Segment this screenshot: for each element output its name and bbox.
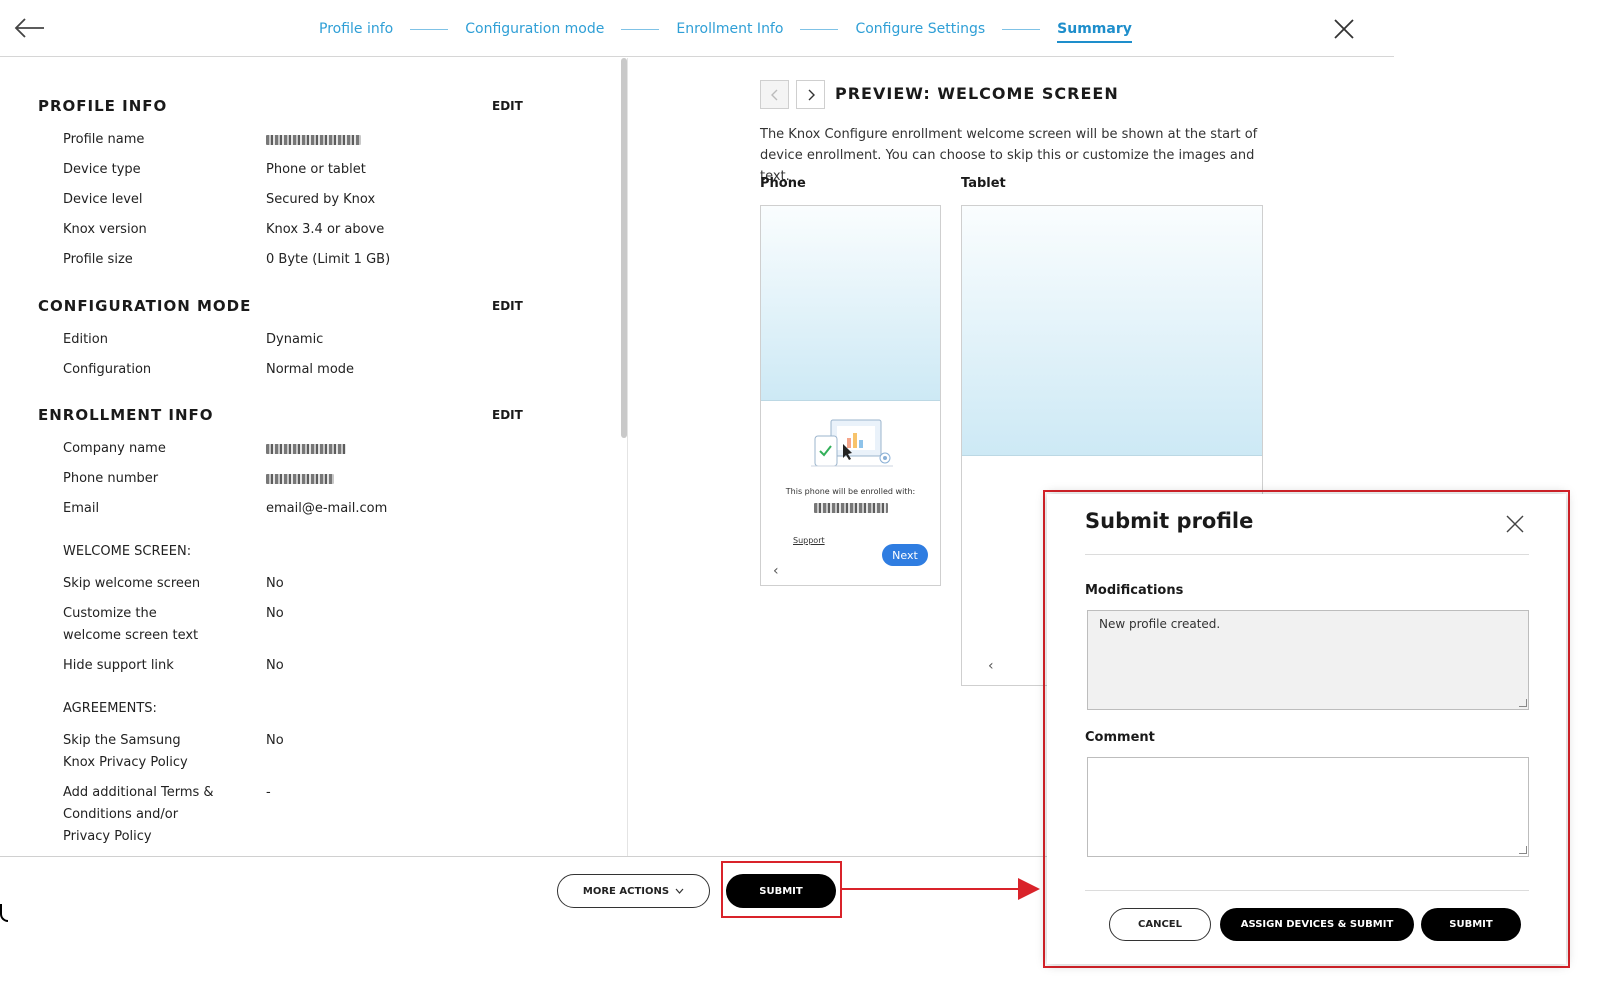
preview-title: PREVIEW: WELCOME SCREEN	[835, 84, 1119, 103]
modifications-textarea[interactable]	[1087, 610, 1529, 710]
row-value: -	[266, 785, 271, 800]
configuration-mode-heading: CONFIGURATION MODE	[38, 297, 252, 315]
row-value: Knox 3.4 or above	[266, 222, 385, 237]
dialog-footer-divider	[1085, 890, 1529, 891]
welcome-screen-subheading: WELCOME SCREEN:	[63, 544, 192, 559]
row-value: Phone or tablet	[266, 162, 366, 177]
step-connector	[410, 28, 449, 30]
wizard-steps: Profile info Configuration mode Enrollme…	[319, 19, 1132, 43]
step-connector	[800, 28, 839, 30]
row-label: Device level	[63, 192, 143, 207]
cursor-edge-mark	[0, 904, 8, 922]
row-label: Knox version	[63, 222, 147, 237]
row-value: No	[266, 658, 284, 673]
enrollment-info-heading: ENROLLMENT INFO	[38, 406, 214, 424]
resize-grip-icon[interactable]	[1519, 846, 1527, 854]
phone-number-value	[266, 468, 334, 490]
edit-profile-info-link[interactable]: EDIT	[492, 99, 523, 113]
company-name-value	[266, 438, 346, 460]
phone-next-button[interactable]: Next	[882, 544, 928, 566]
dialog-header-divider	[1085, 554, 1529, 555]
row-label: Email	[63, 501, 100, 516]
preview-description: The Knox Configure enrollment welcome sc…	[760, 127, 1258, 184]
edit-enrollment-info-link[interactable]: EDIT	[492, 408, 523, 422]
phone-support-link[interactable]: Support	[793, 536, 825, 545]
phone-background-image	[761, 206, 940, 401]
close-icon	[1506, 515, 1524, 533]
phone-back-chevron-icon[interactable]: ‹	[773, 563, 779, 579]
row-label: Edition	[63, 332, 108, 347]
modifications-label: Modifications	[1085, 583, 1184, 598]
column-divider	[627, 58, 628, 856]
row-value: No	[266, 606, 284, 621]
close-button[interactable]	[1332, 17, 1356, 41]
row-label: Phone number	[63, 471, 159, 486]
edit-configuration-mode-link[interactable]: EDIT	[492, 299, 523, 313]
top-bar: Profile info Configuration mode Enrollme…	[0, 0, 1394, 57]
row-value: Dynamic	[266, 332, 324, 347]
callout-arrow-head-icon	[1018, 878, 1040, 900]
dialog-submit-button[interactable]: SUBMIT	[1421, 908, 1521, 941]
arrow-left-icon	[14, 18, 44, 38]
step-connector	[621, 28, 660, 30]
redacted-value	[813, 503, 888, 513]
assign-devices-submit-button[interactable]: ASSIGN DEVICES & SUBMIT	[1220, 908, 1414, 941]
callout-arrow-line	[842, 888, 1020, 890]
step-configuration-mode[interactable]: Configuration mode	[465, 21, 604, 37]
more-actions-button[interactable]: MORE ACTIONS	[557, 874, 710, 908]
tablet-background-image	[962, 206, 1262, 456]
preview-prev-button[interactable]	[760, 80, 789, 109]
phone-preview-label: Phone	[760, 176, 806, 191]
phone-enroll-text: This phone will be enrolled with:	[785, 487, 916, 496]
step-configure-settings[interactable]: Configure Settings	[855, 21, 985, 37]
row-label: Customize the welcome screen text	[63, 606, 199, 643]
comment-label: Comment	[1085, 730, 1155, 745]
row-label: Add additional Terms & Conditions and/or…	[63, 785, 214, 844]
submit-profile-dialog: Submit profile Modifications Comment CAN…	[1047, 494, 1566, 964]
redacted-value	[266, 443, 346, 454]
tablet-preview-label: Tablet	[961, 176, 1006, 191]
resize-grip-icon[interactable]	[1519, 699, 1527, 707]
agreements-subheading: AGREEMENTS:	[63, 701, 157, 716]
row-label: Profile name	[63, 132, 145, 147]
redacted-value	[266, 134, 361, 145]
step-summary[interactable]: Summary	[1057, 21, 1132, 43]
row-label: Skip the Samsung Knox Privacy Policy	[63, 733, 188, 770]
row-value: Normal mode	[266, 362, 355, 377]
comment-textarea[interactable]	[1087, 757, 1529, 857]
row-value: No	[266, 576, 284, 591]
summary-panel: PROFILE INFO EDIT Profile name Device ty…	[0, 58, 622, 856]
tablet-back-chevron-icon[interactable]: ‹	[988, 658, 994, 674]
more-actions-label: MORE ACTIONS	[582, 885, 670, 897]
phone-preview: This phone will be enrolled with: Suppor…	[760, 205, 941, 586]
row-label: Company name	[63, 441, 166, 456]
row-value: No	[266, 733, 284, 748]
row-label: Skip welcome screen	[63, 576, 201, 591]
row-label: Configuration	[63, 362, 152, 377]
profile-info-heading: PROFILE INFO	[38, 97, 168, 115]
chevron-right-icon	[808, 89, 815, 100]
chevron-down-icon	[675, 888, 684, 894]
row-label: Device type	[63, 162, 141, 177]
row-value: email@e-mail.com	[266, 501, 388, 516]
dialog-close-button[interactable]	[1504, 513, 1526, 535]
back-button[interactable]	[14, 16, 46, 40]
row-label: Hide support link	[63, 658, 174, 673]
enrollment-illustration-icon	[811, 419, 893, 467]
step-profile-info[interactable]: Profile info	[319, 21, 393, 37]
phone-company-redacted	[761, 503, 940, 513]
profile-name-value	[266, 129, 361, 151]
submit-highlight-box	[721, 861, 842, 918]
close-icon	[1334, 19, 1354, 39]
cancel-button[interactable]: CANCEL	[1109, 908, 1211, 941]
row-label: Profile size	[63, 252, 133, 267]
preview-next-button[interactable]	[796, 80, 825, 109]
step-connector	[1002, 28, 1041, 30]
dialog-title: Submit profile	[1085, 509, 1254, 533]
row-value: 0 Byte (Limit 1 GB)	[266, 252, 391, 267]
redacted-value	[266, 473, 334, 484]
row-value: Secured by Knox	[266, 192, 376, 207]
chevron-left-icon	[770, 89, 777, 100]
step-enrollment-info[interactable]: Enrollment Info	[676, 21, 783, 37]
